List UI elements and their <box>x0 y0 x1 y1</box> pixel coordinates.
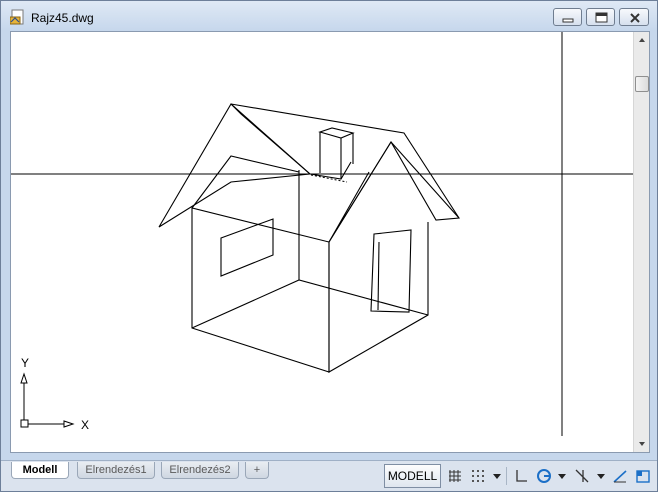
status-bar: Modell Elrendezés1 Elrendezés2 + MODELL <box>1 460 657 491</box>
ucs-x-label: X <box>81 418 89 432</box>
ucs-y-label: Y <box>21 356 29 370</box>
tab-modell[interactable]: Modell <box>11 462 69 479</box>
title-bar[interactable]: Rajz45.dwg <box>1 1 657 31</box>
polar-dropdown-icon[interactable] <box>558 474 566 479</box>
object-snap-tracking-icon[interactable] <box>574 468 590 484</box>
side-door-frame <box>377 241 380 311</box>
window-title: Rajz45.dwg <box>31 11 94 25</box>
object-snap-icon[interactable] <box>612 468 628 484</box>
layout-tabs: Modell Elrendezés1 Elrendezés2 + <box>1 461 381 479</box>
minimize-icon <box>562 18 574 23</box>
minimize-button[interactable] <box>553 8 582 26</box>
house-wireframe <box>158 103 460 373</box>
polar-tracking-icon[interactable] <box>536 468 552 484</box>
close-button[interactable] <box>619 8 649 26</box>
ucs-axis-icon: Y X <box>20 356 89 432</box>
viewport-icon[interactable] <box>635 468 651 484</box>
tab-elrendezes1[interactable]: Elrendezés1 <box>77 462 155 479</box>
chimney-edges <box>319 132 354 179</box>
roof-left <box>158 103 312 228</box>
vertical-scrollbar[interactable] <box>633 32 649 452</box>
floor-edges <box>191 279 429 329</box>
maximize-button[interactable] <box>586 8 615 26</box>
tracking-dropdown-icon[interactable] <box>597 474 605 479</box>
add-layout-tab[interactable]: + <box>245 462 269 479</box>
model-space-area[interactable]: Y X <box>10 31 650 453</box>
dwg-file-icon <box>9 9 26 25</box>
chimney-top <box>318 127 355 139</box>
roof-valley <box>328 141 392 243</box>
model-space-button[interactable]: MODELL <box>384 464 441 488</box>
ortho-mode-icon[interactable] <box>513 468 529 484</box>
front-wall <box>191 207 330 373</box>
grid-display-icon[interactable] <box>447 468 463 484</box>
scroll-down-icon[interactable] <box>634 436 650 452</box>
front-window <box>220 218 274 277</box>
drawing-canvas[interactable]: Y X <box>11 32 633 452</box>
roof-right-edge <box>390 141 460 219</box>
status-separator <box>506 467 507 485</box>
tab-elrendezes2[interactable]: Elrendezés2 <box>161 462 239 479</box>
snap-mode-icon[interactable] <box>470 468 486 484</box>
scroll-up-icon[interactable] <box>634 32 650 48</box>
scroll-thumb[interactable] <box>635 76 649 92</box>
gable-back <box>191 155 300 209</box>
drawing-window: Rajz45.dwg Y X Modell Elrendezés1 Elrend… <box>0 0 658 492</box>
close-icon <box>630 13 640 23</box>
maximize-icon <box>595 12 608 23</box>
snap-dropdown-icon[interactable] <box>493 474 501 479</box>
side-door <box>370 229 412 313</box>
